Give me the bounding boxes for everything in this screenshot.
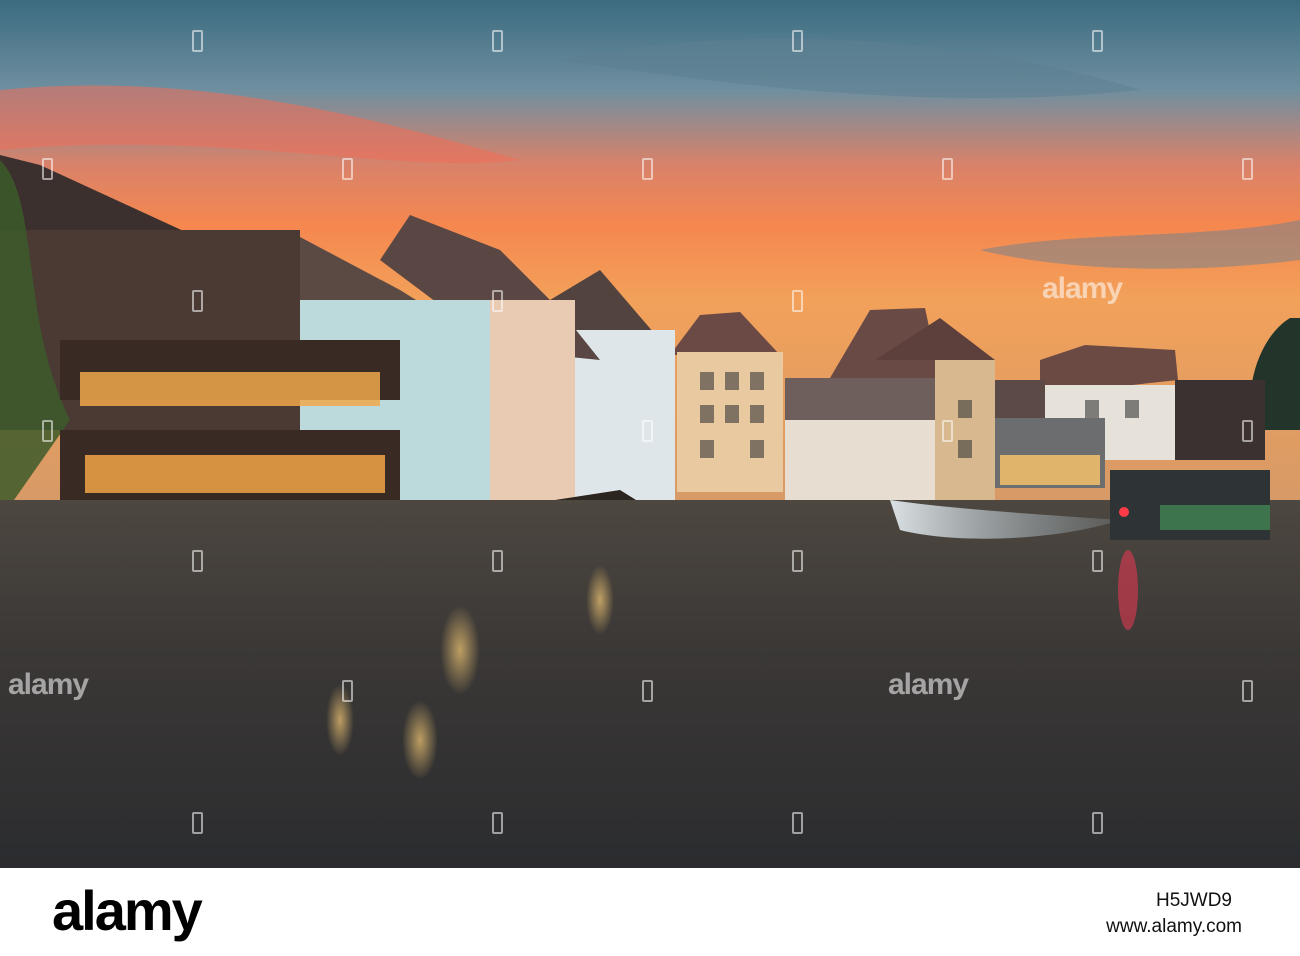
alamy-logo[interactable]: alamy xyxy=(52,878,203,943)
watermark-mark xyxy=(192,290,203,312)
watermark-mark xyxy=(942,158,953,180)
watermark-mark xyxy=(342,680,353,702)
watermark-mark xyxy=(492,550,503,572)
alamy-logo-text: alamy xyxy=(52,879,203,942)
watermark-mark xyxy=(792,550,803,572)
watermark-mark xyxy=(1092,812,1103,834)
stock-photo-page: alamy alamy alamy alamy H5JWD9 www.alamy… xyxy=(0,0,1300,956)
watermark-mark xyxy=(192,550,203,572)
image-id: H5JWD9 xyxy=(1155,890,1232,911)
watermark-mark xyxy=(1242,680,1253,702)
watermark-mark xyxy=(642,158,653,180)
lit-windows xyxy=(80,372,380,406)
building xyxy=(995,380,1045,420)
watermark-mark xyxy=(492,30,503,52)
building xyxy=(785,378,935,423)
watermark-mark xyxy=(1242,420,1253,442)
site-url[interactable]: www.alamy.com xyxy=(1106,916,1242,938)
watermark-mark xyxy=(1092,550,1103,572)
watermark-mark xyxy=(192,30,203,52)
mill-house xyxy=(785,420,935,502)
watermark-mark xyxy=(792,812,803,834)
watermark-mark xyxy=(642,420,653,442)
watermark-logo: alamy xyxy=(888,668,969,701)
watermark-mark xyxy=(42,420,53,442)
river-town-photo: alamy alamy alamy xyxy=(0,0,1300,868)
watermark-mark xyxy=(1092,30,1103,52)
watermark-mark xyxy=(492,290,503,312)
watermark-logo: alamy xyxy=(8,668,89,701)
watermark-mark xyxy=(642,680,653,702)
watermark-mark xyxy=(492,812,503,834)
watermark-mark xyxy=(792,290,803,312)
lit-windows xyxy=(85,455,385,493)
watermark-mark xyxy=(342,158,353,180)
green-light xyxy=(1160,505,1270,530)
watermark-logo: alamy xyxy=(1042,272,1123,305)
watermark-mark xyxy=(42,158,53,180)
stock-footer: alamy H5JWD9 www.alamy.com xyxy=(0,868,1300,956)
watermark-mark xyxy=(192,812,203,834)
lit-arcade xyxy=(1000,455,1100,485)
watermark-mark xyxy=(792,30,803,52)
watermark-mark xyxy=(942,420,953,442)
red-light xyxy=(1119,507,1129,517)
watermark-mark xyxy=(1242,158,1253,180)
